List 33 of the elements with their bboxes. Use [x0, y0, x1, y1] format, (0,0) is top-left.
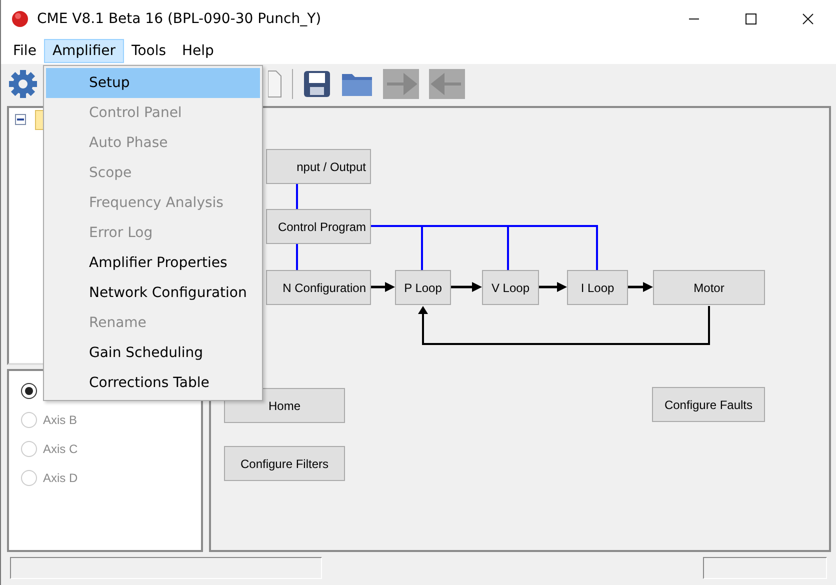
folder-icon[interactable] [341, 71, 373, 97]
window-title: CME V8.1 Beta 16 (BPL-090-30 Punch_Y) [37, 10, 322, 26]
menu-item[interactable]: Setup [46, 68, 260, 98]
diagram-block[interactable]: Motor [653, 270, 765, 305]
menu-item[interactable]: Amplifier [44, 38, 124, 62]
arrow [451, 282, 482, 292]
diagram-block[interactable]: Control Program [266, 209, 371, 244]
maximize-icon[interactable] [745, 12, 757, 24]
radio-button[interactable] [21, 383, 37, 399]
radio-label: Axis B [43, 413, 78, 427]
menu-item[interactable]: Help [174, 38, 222, 62]
close-icon[interactable] [802, 12, 814, 24]
diagram-block[interactable]: V Loop [482, 270, 539, 305]
app-logo-icon [11, 10, 29, 28]
arrow [371, 282, 395, 292]
arrow [628, 282, 653, 292]
menu-item[interactable]: Network Configuration [46, 278, 260, 308]
menu-item[interactable]: Amplifier Properties [46, 248, 260, 278]
radio-label: Axis D [43, 471, 78, 485]
document-icon[interactable] [268, 70, 282, 98]
collapse-icon[interactable] [15, 114, 26, 125]
diagram-block[interactable]: nput / Output [266, 149, 371, 184]
panel-button[interactable]: Configure Filters [224, 446, 345, 481]
menu-item[interactable]: Gain Scheduling [46, 338, 260, 368]
panel-button[interactable]: Configure Faults [652, 387, 765, 422]
diagram-block[interactable]: N Configuration [266, 270, 371, 305]
menu-item[interactable]: Tools [124, 38, 174, 62]
radio-label: Axis C [43, 442, 78, 456]
diagram-block[interactable]: P Loop [395, 270, 451, 305]
menu-item[interactable]: File [5, 38, 44, 62]
arrow [539, 282, 567, 292]
gear-icon[interactable] [8, 69, 38, 99]
diagram-block[interactable]: I Loop [567, 270, 628, 305]
